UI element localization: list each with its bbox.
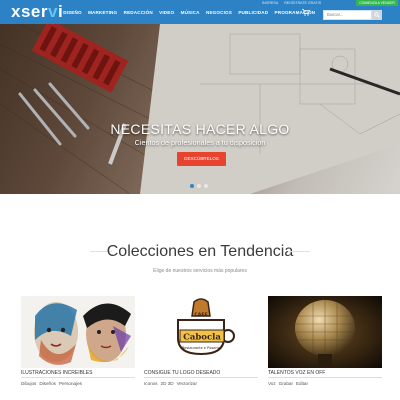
- logo-tagline-text: Restaurante e Pizzaria: [182, 346, 220, 350]
- section-subtitle: Elige de nuestros servicios más populare…: [153, 268, 247, 274]
- card-tags: Iconos 2D 3D Vectorizar: [144, 381, 197, 386]
- login-link[interactable]: INGRESA: [262, 1, 278, 5]
- top-navigation-bar: xservi DISEÑO MARKETING REDACCIÓN VIDEO …: [0, 0, 400, 24]
- cart-icon[interactable]: [302, 9, 311, 18]
- nav-item-diseno[interactable]: DISEÑO: [60, 10, 85, 15]
- card-divider: [268, 377, 382, 378]
- search-button[interactable]: [372, 10, 382, 20]
- nav-item-programacion[interactable]: PROGRAMACIÓN: [271, 10, 318, 15]
- card-tags: Dibujos Diseños Personajes: [21, 381, 82, 386]
- start-selling-button[interactable]: COMIENZA A VENDER: [356, 0, 398, 6]
- logo-cafe-text: CAFE: [194, 312, 207, 318]
- nav-item-musica[interactable]: MÚSICA: [177, 10, 202, 15]
- tag-link[interactable]: Diseños: [39, 381, 56, 386]
- section-title: Colecciones en Tendencia: [106, 243, 294, 260]
- tag-link[interactable]: Iconos: [144, 381, 158, 386]
- hero-title: NECESITAS HACER ALGO: [110, 121, 290, 137]
- section-divider-right: [288, 251, 310, 252]
- brand-logo-main: xser: [11, 2, 48, 21]
- tag-link[interactable]: Editar: [296, 381, 308, 386]
- tag-link[interactable]: Personajes: [59, 381, 82, 386]
- carousel-dot-2[interactable]: [197, 184, 201, 188]
- nav-item-publicidad[interactable]: PUBLICIDAD: [235, 10, 271, 15]
- voiceover-image[interactable]: [268, 296, 382, 368]
- hero-background-image: [0, 24, 400, 194]
- card-title[interactable]: TALENTOS VOZ EN OFF: [268, 370, 325, 376]
- tag-link[interactable]: Voz: [268, 381, 276, 386]
- card-divider: [144, 377, 258, 378]
- hero-subtitle: Cientos de profesionales a tu disposició…: [134, 138, 266, 147]
- nav-item-marketing[interactable]: MARKETING: [85, 10, 121, 15]
- cart-icon-glyph: [302, 9, 311, 16]
- brand-logo-accent: v: [47, 2, 58, 21]
- utility-links: INGRESA REGÍSTRATE GRATIS: [262, 1, 321, 5]
- carousel-dot-1[interactable]: [190, 184, 194, 188]
- microphone-artwork: [268, 296, 382, 368]
- brand-logo[interactable]: xservi: [11, 2, 63, 22]
- main-menu: DISEÑO MARKETING REDACCIÓN VIDEO MÚSICA …: [60, 10, 318, 15]
- search-input[interactable]: Buscar...: [323, 10, 372, 20]
- logo-name-text: Cabocla: [183, 333, 221, 343]
- card-title[interactable]: CONSIGUE TU LOGO DESEADO: [144, 370, 220, 376]
- discover-button[interactable]: DESCÚBRELOS: [177, 152, 226, 166]
- register-link[interactable]: REGÍSTRATE GRATIS: [284, 1, 321, 5]
- card-divider: [21, 377, 135, 378]
- logo-image[interactable]: CAFE Cabocla Restaurante e Pizzaria: [144, 296, 258, 368]
- tag-link[interactable]: 2D 3D: [161, 381, 174, 386]
- illustrations-image[interactable]: [21, 296, 135, 368]
- illustrations-artwork: [21, 296, 135, 368]
- cafe-logo-artwork: CAFE Cabocla Restaurante e Pizzaria: [144, 296, 258, 368]
- tag-link[interactable]: Grabar: [279, 381, 293, 386]
- hero-banner: NECESITAS HACER ALGO Cientos de profesio…: [0, 24, 400, 194]
- nav-item-redaccion[interactable]: REDACCIÓN: [120, 10, 156, 15]
- tag-link[interactable]: Vectorizar: [177, 381, 197, 386]
- search-icon: [374, 12, 380, 18]
- carousel-dots: [190, 184, 208, 188]
- nav-item-video[interactable]: VIDEO: [156, 10, 177, 15]
- nav-item-negocios[interactable]: NEGOCIOS: [203, 10, 235, 15]
- carousel-dot-3[interactable]: [204, 184, 208, 188]
- card-tags: Voz Grabar Editar: [268, 381, 308, 386]
- card-title[interactable]: ILUSTRACIONES INCREIBLES: [21, 370, 92, 376]
- tag-link[interactable]: Dibujos: [21, 381, 36, 386]
